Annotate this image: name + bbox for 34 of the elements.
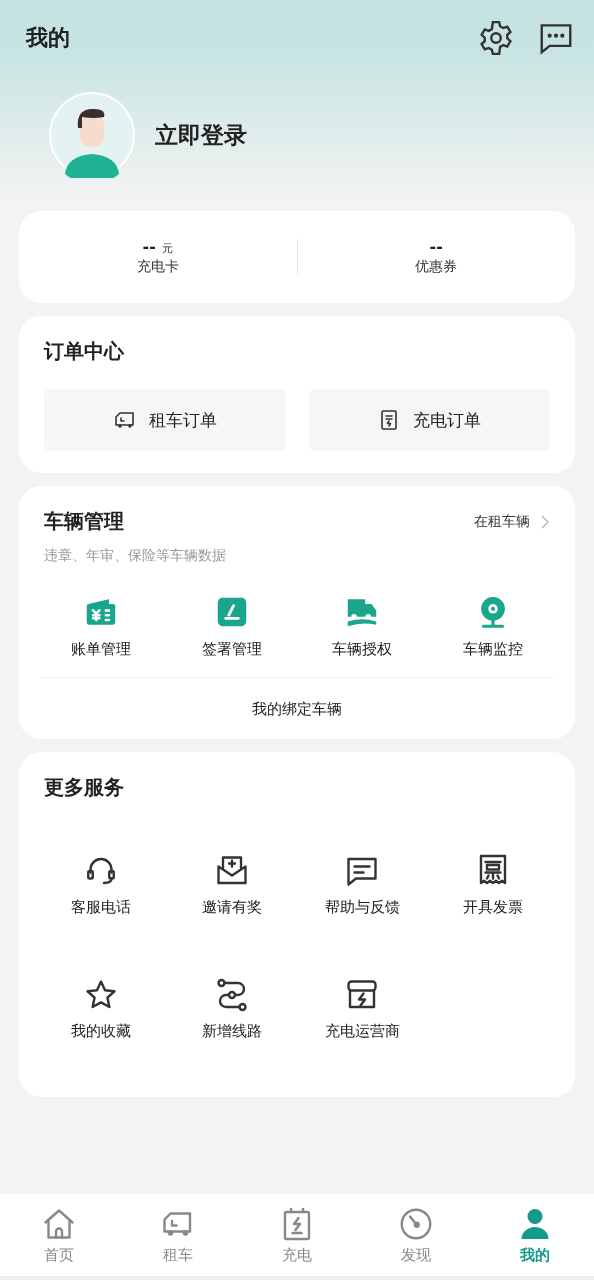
service-menu-item[interactable]: 开具发票 [462,853,523,917]
login-link[interactable]: 立即登录 [155,119,247,151]
settings-icon[interactable] [477,19,515,57]
stat-unit: 元 [161,241,173,256]
vehicle-menu-item[interactable]: 车辆授权 [332,593,393,659]
stat-value: -- [142,238,156,256]
service-menu-item[interactable]: 充电运营商 [324,977,400,1041]
rented-vehicles-link[interactable]: 在租车辆 [474,512,550,531]
section-title: 车辆管理 [44,508,124,535]
page-title: 我的 [26,24,70,52]
nav-tab[interactable]: 发现 [356,1194,476,1276]
nav-tab[interactable]: 充电 [237,1194,357,1276]
vehicle-menu-item[interactable]: 账单管理 [71,593,132,659]
bound-vehicles-link[interactable]: 我的绑定车辆 [252,700,342,719]
service-menu-item[interactable]: 新增线路 [201,977,262,1041]
service-menu-item[interactable]: 帮助与反馈 [324,853,400,917]
stat-label[interactable]: 优惠券 [415,258,458,276]
stat-label[interactable]: 充电卡 [136,258,179,276]
service-menu-item[interactable]: 我的收藏 [71,977,132,1041]
service-menu-item[interactable]: 邀请有奖 [201,853,262,917]
section-title: 更多服务 [44,774,125,801]
vehicle-menu-item[interactable]: 车辆监控 [462,593,523,659]
chevron-right-icon [540,513,550,530]
stat-value: -- [429,238,443,256]
nav-tab[interactable]: 我的 [475,1194,594,1276]
nav-tab[interactable]: 首页 [0,1194,119,1276]
order-button[interactable]: 充电订单 [308,389,550,451]
section-title: 订单中心 [44,338,125,365]
section-subtitle: 违章、年审、保险等车辆数据 [44,547,227,565]
order-button[interactable]: 租车订单 [44,389,286,451]
service-menu-item[interactable]: 客服电话 [71,853,132,917]
nav-tab[interactable]: 租车 [118,1194,238,1276]
avatar[interactable] [49,92,135,178]
vehicle-menu-item[interactable]: 签署管理 [201,593,262,659]
